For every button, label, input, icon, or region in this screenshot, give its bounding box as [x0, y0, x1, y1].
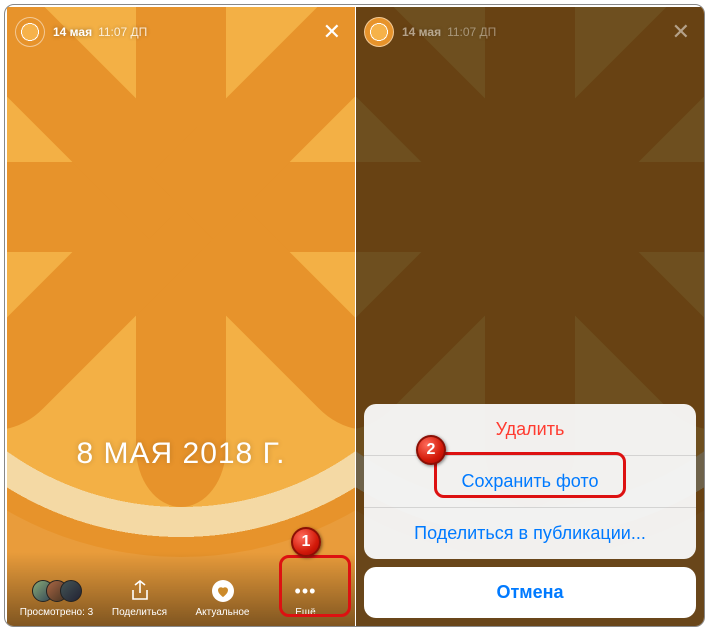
story-caption: 8 МАЯ 2018 Г. — [7, 437, 355, 471]
story-date: 14 мая — [53, 25, 92, 39]
story-timestamp: 14 мая 11:07 ДП — [402, 25, 496, 39]
share-to-post-option[interactable]: Поделиться в публикации... — [364, 507, 696, 559]
story-date: 14 мая — [402, 25, 441, 39]
highlight-box-2 — [434, 452, 626, 498]
story-header: 14 мая 11:07 ДП ✕ — [15, 15, 347, 49]
action-sheet: Удалить Сохранить фото Поделиться в публ… — [364, 404, 696, 618]
cancel-button[interactable]: Отмена — [364, 567, 696, 618]
views-button[interactable]: Просмотрено: 3 — [15, 577, 98, 618]
highlight-button[interactable]: Актуальное — [181, 577, 264, 618]
story-time: 11:07 ДП — [447, 25, 496, 39]
tutorial-frame: 14 мая 11:07 ДП ✕ 8 МАЯ 2018 Г. Просмотр… — [4, 4, 705, 627]
close-icon[interactable]: ✕ — [317, 19, 347, 45]
story-header: 14 мая 11:07 ДП ✕ — [364, 15, 696, 49]
share-icon — [130, 577, 150, 605]
story-actionsheet-screen: 14 мая 11:07 ДП ✕ Удалить Сохранить фото… — [356, 7, 704, 626]
step-badge-2: 2 — [416, 435, 446, 465]
heart-icon — [211, 577, 235, 605]
share-button[interactable]: Поделиться — [98, 577, 181, 618]
highlight-box-1 — [279, 555, 351, 617]
story-timestamp: 14 мая 11:07 ДП — [53, 25, 147, 39]
profile-avatar — [364, 17, 394, 47]
highlight-label: Актуальное — [196, 607, 250, 618]
share-label: Поделиться — [112, 607, 167, 618]
close-icon: ✕ — [666, 19, 696, 45]
views-label: Просмотрено: 3 — [20, 607, 93, 618]
profile-avatar[interactable] — [15, 17, 45, 47]
step-badge-1: 1 — [291, 527, 321, 557]
delete-option[interactable]: Удалить — [364, 404, 696, 455]
viewers-icon — [32, 577, 82, 605]
story-viewer-screen: 14 мая 11:07 ДП ✕ 8 МАЯ 2018 Г. Просмотр… — [7, 7, 355, 626]
story-time: 11:07 ДП — [98, 25, 147, 39]
